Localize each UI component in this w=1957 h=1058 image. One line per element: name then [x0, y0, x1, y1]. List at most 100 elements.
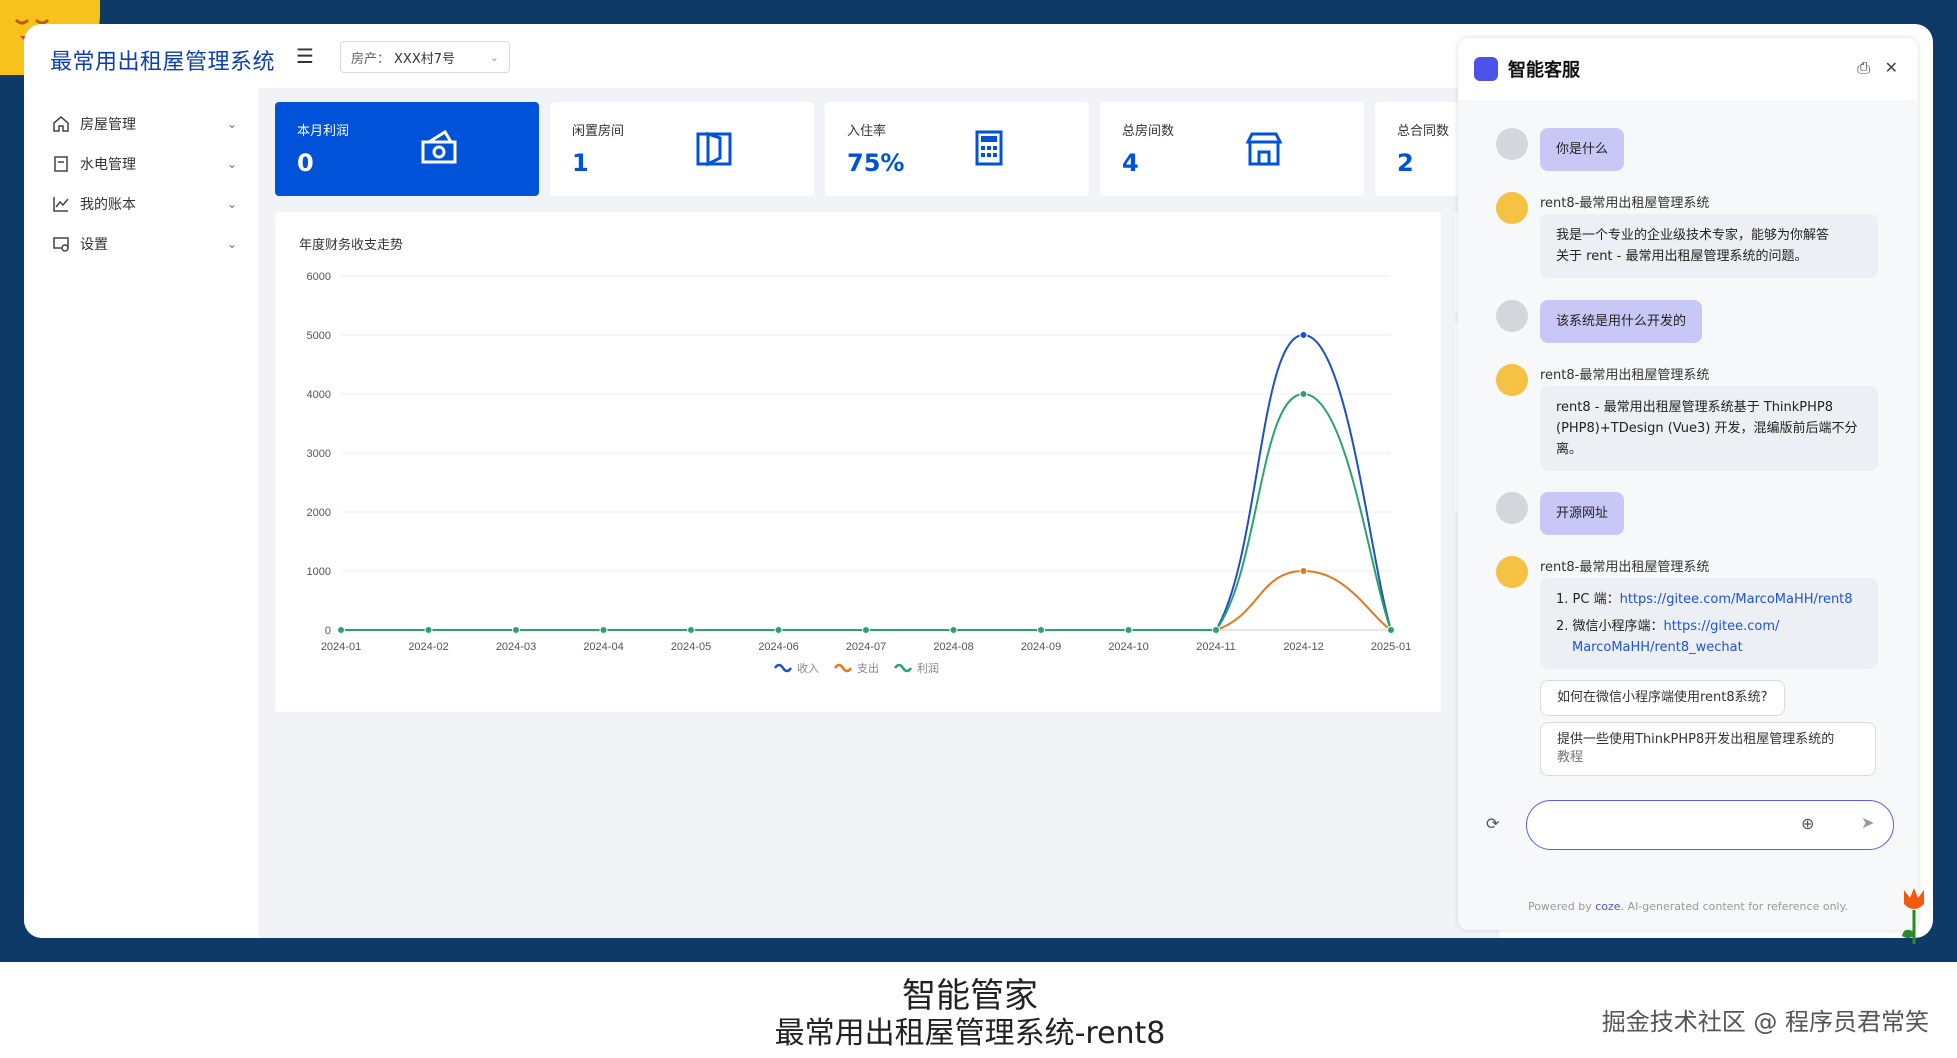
chevron-down-icon: ⌄ [226, 117, 237, 131]
message-line: 我是一个专业的企业级技术专家，能够为你解答 [1556, 228, 1830, 243]
send-icon[interactable]: ➤ [1861, 813, 1874, 832]
chart-line-icon [53, 197, 69, 212]
list-prefix: 1. PC 端： [1556, 592, 1620, 607]
tulip-sticker-icon [1902, 888, 1924, 944]
stat-card-occupancy[interactable]: 入住率 75% [825, 102, 1089, 196]
data-point [1212, 626, 1220, 634]
sidebar-item-ledger[interactable]: 我的账本 ⌄ [24, 184, 259, 224]
user-avatar [1496, 492, 1528, 524]
message-line: 2. 微信小程序端：https://gitee.com/ [1556, 616, 1862, 637]
sidebar-item-utilities[interactable]: 水电管理 ⌄ [24, 144, 259, 184]
stat-card-idle-rooms[interactable]: 闲置房间 1 [550, 102, 814, 196]
message-text: 开源网址 [1540, 492, 1625, 535]
message-line: 离。 [1556, 442, 1583, 457]
y-tick-label: 4000 [307, 389, 331, 401]
chat-message-bot: rent8-最常用出租屋管理系统 我是一个专业的企业级技术专家，能够为你解答 关… [1496, 192, 1896, 282]
chat-message-user: 开源网址 [1496, 492, 1896, 538]
data-point [1037, 626, 1045, 634]
data-point [1299, 390, 1308, 398]
x-tick-label: 2024-03 [496, 641, 536, 653]
suggestion-chip[interactable]: 如何在微信小程序端使用rent8系统? [1540, 680, 1785, 716]
x-tick-label: 2025-01 [1371, 641, 1411, 653]
app-header: 最常用出租屋管理系统 ☰ 房产： XXX村7号 ⌄ [24, 24, 1464, 88]
y-tick-label: 6000 [307, 271, 331, 283]
data-point [599, 626, 608, 634]
chat-message-bot: rent8-最常用出租屋管理系统 1. PC 端：https://gitee.c… [1496, 556, 1896, 669]
money-icon [421, 129, 457, 164]
chevron-down-icon: ⌄ [226, 157, 237, 171]
settings-icon [53, 237, 69, 252]
data-point [424, 626, 433, 634]
x-tick-label: 2024-11 [1196, 641, 1236, 653]
calculator-icon [975, 130, 1003, 166]
x-tick-label: 2024-01 [321, 641, 361, 653]
sidebar: 房屋管理 ⌄ 水电管理 ⌄ 我的账本 ⌄ 设置 ⌄ [24, 88, 259, 938]
chevron-down-icon: ⌄ [489, 50, 499, 64]
footer-brand[interactable]: coze [1595, 900, 1620, 913]
chat-header: 智能客服 ⎙ ✕ [1458, 38, 1918, 100]
share-icon[interactable]: ⎙ [1857, 58, 1870, 78]
background-frame: 最常用出租屋管理系统 ☰ 房产： XXX村7号 ⌄ 房屋管理 ⌄ 水电管理 ⌄ [0, 0, 1957, 962]
main-content: 本月利润 0 闲置房间 1 入住率 75% 总房间数 4 总合同数 2 年度财务… [259, 88, 1499, 938]
chat-input-box[interactable]: ⊕ ➤ [1526, 800, 1894, 850]
data-point [1124, 626, 1133, 634]
stat-card-profit[interactable]: 本月利润 0 [275, 102, 539, 196]
stat-title: 闲置房间 [572, 124, 625, 139]
data-point [1387, 626, 1395, 634]
message-text: 我是一个专业的企业级技术专家，能够为你解答 关于 rent - 最常用出租屋管理… [1540, 214, 1878, 278]
bot-name: rent8-最常用出租屋管理系统 [1540, 368, 1710, 383]
close-icon[interactable]: ✕ [1885, 58, 1898, 77]
store-icon [1245, 132, 1283, 166]
data-point [949, 626, 958, 634]
pc-repo-link[interactable]: https://gitee.com/MarcoMaHH/rent8 [1620, 592, 1853, 607]
x-tick-label: 2024-05 [671, 641, 711, 653]
wechat-repo-link[interactable]: https://gitee.com/ [1664, 619, 1780, 634]
meter-icon [54, 156, 68, 172]
sidebar-item-label: 我的账本 [80, 197, 136, 213]
stat-card-total-rooms[interactable]: 总房间数 4 [1100, 102, 1364, 196]
message-text: 1. PC 端：https://gitee.com/MarcoMaHH/rent… [1540, 578, 1878, 669]
stat-value: 2 [1397, 149, 1414, 177]
property-select[interactable]: 房产： XXX村7号 ⌄ [340, 41, 510, 73]
sidebar-item-settings[interactable]: 设置 ⌄ [24, 224, 259, 264]
x-tick-label: 2024-12 [1283, 641, 1323, 653]
legend-label: 收入 [797, 661, 819, 675]
stat-value: 75% [847, 149, 905, 177]
x-tick-label: 2024-04 [583, 641, 623, 653]
user-avatar [1496, 128, 1528, 160]
sidebar-item-label: 水电管理 [80, 157, 136, 173]
chat-title: 智能客服 [1508, 60, 1580, 81]
x-tick-label: 2024-09 [1021, 641, 1061, 653]
series-line-支出 [341, 569, 1392, 632]
chevron-down-icon: ⌄ [226, 197, 237, 211]
data-point [1299, 567, 1308, 575]
user-avatar [1496, 300, 1528, 332]
y-tick-label: 0 [325, 625, 331, 637]
wechat-repo-link-cont[interactable]: MarcoMaHH/rent8_wechat [1556, 637, 1862, 658]
sidebar-item-house[interactable]: 房屋管理 ⌄ [24, 104, 259, 144]
app-title: 最常用出租屋管理系统 [50, 50, 276, 75]
list-prefix: 2. 微信小程序端： [1556, 619, 1664, 634]
bot-name: rent8-最常用出租屋管理系统 [1540, 560, 1710, 575]
chat-message-bot: rent8-最常用出租屋管理系统 rent8 - 最常用出租屋管理系统基于 Th… [1496, 364, 1896, 474]
menu-toggle-icon[interactable]: ☰ [296, 44, 314, 68]
legend-swatch [773, 663, 793, 673]
stat-title: 入住率 [847, 124, 887, 139]
data-point [1299, 331, 1308, 339]
data-point [774, 626, 783, 634]
bot-avatar [1496, 556, 1528, 588]
stat-title: 总房间数 [1122, 124, 1175, 139]
suggestion-chip[interactable]: 提供一些使用ThinkPHP8开发出租屋管理系统的 教程 [1540, 722, 1876, 776]
legend-label: 支出 [857, 661, 879, 675]
stat-value: 0 [297, 149, 314, 177]
x-tick-label: 2024-10 [1108, 641, 1148, 653]
stat-value: 1 [572, 149, 589, 177]
chevron-down-icon: ⌄ [226, 237, 237, 251]
sidebar-item-label: 房屋管理 [80, 117, 136, 133]
new-chat-icon[interactable]: ⟳ [1486, 814, 1499, 833]
add-attachment-icon[interactable]: ⊕ [1801, 814, 1814, 833]
stat-title: 本月利润 [297, 124, 350, 139]
chat-input[interactable] [1545, 813, 1795, 837]
chat-message-user: 你是什么 [1496, 128, 1896, 174]
x-tick-label: 2024-08 [933, 641, 973, 653]
